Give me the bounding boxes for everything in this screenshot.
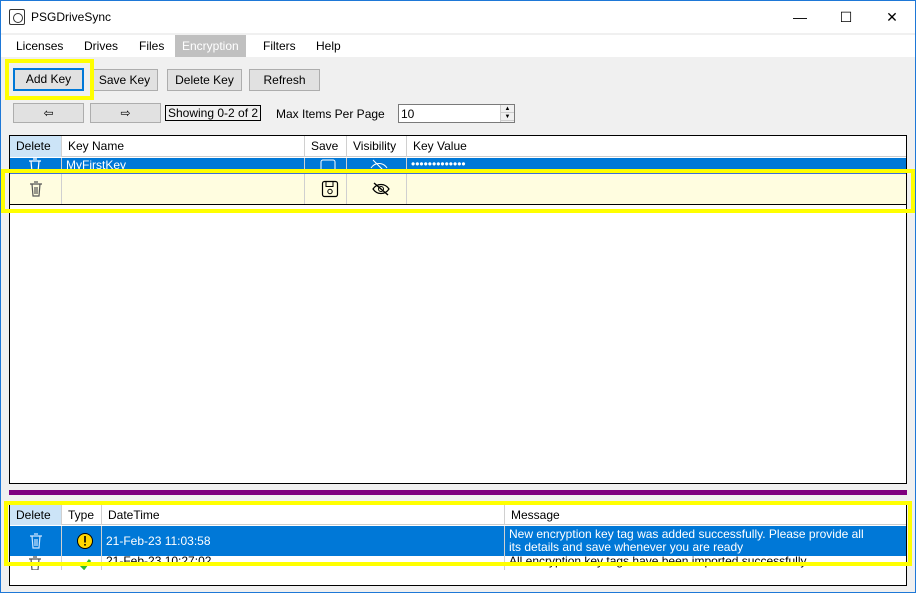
next-page-button[interactable]: ⇨ bbox=[90, 103, 161, 123]
log-grid-header: Delete Type DateTime Message bbox=[10, 505, 906, 525]
app-icon bbox=[9, 9, 25, 25]
type-cell bbox=[62, 556, 102, 570]
save-key-button[interactable]: Save Key bbox=[91, 69, 158, 91]
col-type[interactable]: Type bbox=[62, 505, 102, 525]
max-items-stepper[interactable]: 10 ▲ ▼ bbox=[398, 104, 515, 123]
max-items-value: 10 bbox=[401, 107, 415, 121]
trash-icon[interactable] bbox=[26, 556, 44, 570]
minimize-button[interactable]: — bbox=[777, 1, 823, 33]
col-delete[interactable]: Delete bbox=[10, 136, 62, 157]
list-item[interactable]: 21-Feb-23 11:03:58 New encryption key ta… bbox=[10, 526, 906, 556]
menu-files[interactable]: Files bbox=[132, 35, 171, 57]
col-visibility[interactable]: Visibility bbox=[347, 136, 407, 157]
datetime-cell: 21-Feb-23 11:03:58 bbox=[102, 526, 505, 556]
menu-help[interactable]: Help bbox=[309, 35, 348, 57]
app-window: PSGDriveSync — ☐ ✕ Licenses Drives Files… bbox=[0, 0, 916, 593]
menu-drives[interactable]: Drives bbox=[77, 35, 125, 57]
delete-key-button[interactable]: Delete Key bbox=[167, 69, 242, 91]
trash-icon[interactable] bbox=[26, 158, 44, 172]
spin-buttons[interactable]: ▲ ▼ bbox=[500, 105, 514, 122]
keys-grid-header: Delete Key Name Save Visibility Key Valu… bbox=[10, 136, 906, 157]
window-title: PSGDriveSync bbox=[31, 10, 112, 24]
warning-icon bbox=[77, 533, 93, 549]
keys-grid: Delete Key Name Save Visibility Key Valu… bbox=[9, 135, 907, 484]
message-line: its details and save whenever you are re… bbox=[509, 540, 744, 554]
bottom-border bbox=[9, 585, 907, 586]
save-cell[interactable] bbox=[305, 158, 347, 172]
refresh-button[interactable]: Refresh bbox=[249, 69, 320, 91]
save-icon[interactable] bbox=[321, 180, 339, 198]
delete-cell[interactable] bbox=[10, 526, 62, 556]
prev-page-button[interactable]: ⇦ bbox=[13, 103, 84, 123]
trash-icon[interactable] bbox=[26, 531, 46, 551]
key-name-cell[interactable]: MyFirstKey bbox=[62, 158, 305, 172]
spin-up-icon[interactable]: ▲ bbox=[501, 105, 514, 113]
message-line: New encryption key tag was added success… bbox=[509, 527, 864, 541]
list-item[interactable]: 21-Feb-23 10:27:02 All encryption key ta… bbox=[10, 556, 906, 570]
table-row[interactable]: MyFirstKey ••••••••••••• bbox=[10, 158, 906, 172]
col-delete[interactable]: Delete bbox=[10, 505, 62, 525]
save-icon[interactable] bbox=[319, 158, 337, 172]
message-cell: New encryption key tag was added success… bbox=[505, 526, 906, 556]
delete-cell[interactable] bbox=[10, 158, 62, 172]
col-datetime[interactable]: DateTime bbox=[102, 505, 505, 525]
col-key-name[interactable]: Key Name bbox=[62, 136, 305, 157]
visibility-cell[interactable] bbox=[347, 158, 407, 172]
visibility-cell[interactable] bbox=[347, 174, 407, 204]
key-name-cell[interactable] bbox=[62, 174, 305, 204]
eye-off-icon[interactable] bbox=[369, 158, 389, 172]
delete-cell[interactable] bbox=[10, 174, 62, 204]
key-value-cell[interactable] bbox=[407, 174, 906, 204]
type-cell bbox=[62, 526, 102, 556]
close-button[interactable]: ✕ bbox=[869, 1, 915, 33]
showing-label: Showing 0-2 of 2 bbox=[165, 105, 262, 121]
menu-encryption[interactable]: Encryption bbox=[175, 35, 246, 57]
log-grid: Delete Type DateTime Message 21-Feb-23 1… bbox=[9, 505, 907, 585]
col-save[interactable]: Save bbox=[305, 136, 347, 157]
col-key-value[interactable]: Key Value bbox=[407, 136, 906, 157]
spin-down-icon[interactable]: ▼ bbox=[501, 113, 514, 121]
title-bar: PSGDriveSync — ☐ ✕ bbox=[1, 1, 915, 33]
delete-cell[interactable] bbox=[10, 556, 62, 570]
panel-splitter[interactable] bbox=[9, 490, 907, 495]
message-cell: All encryption key tags have been import… bbox=[509, 556, 807, 568]
table-row[interactable] bbox=[10, 172, 906, 205]
menu-filters[interactable]: Filters bbox=[256, 35, 303, 57]
col-message[interactable]: Message bbox=[505, 505, 906, 525]
maximize-button[interactable]: ☐ bbox=[823, 1, 869, 33]
trash-icon[interactable] bbox=[26, 179, 46, 199]
menu-bar: Licenses Drives Files Encryption Filters… bbox=[1, 35, 915, 57]
max-items-label: Max Items Per Page bbox=[276, 107, 385, 121]
save-cell[interactable] bbox=[305, 174, 347, 204]
key-value-cell[interactable]: ••••••••••••• bbox=[407, 158, 906, 172]
datetime-cell: 21-Feb-23 10:27:02 bbox=[102, 556, 505, 570]
eye-off-icon[interactable] bbox=[371, 181, 391, 197]
menu-licenses[interactable]: Licenses bbox=[9, 35, 70, 57]
success-icon bbox=[78, 559, 92, 570]
add-key-button[interactable]: Add Key bbox=[13, 68, 84, 91]
